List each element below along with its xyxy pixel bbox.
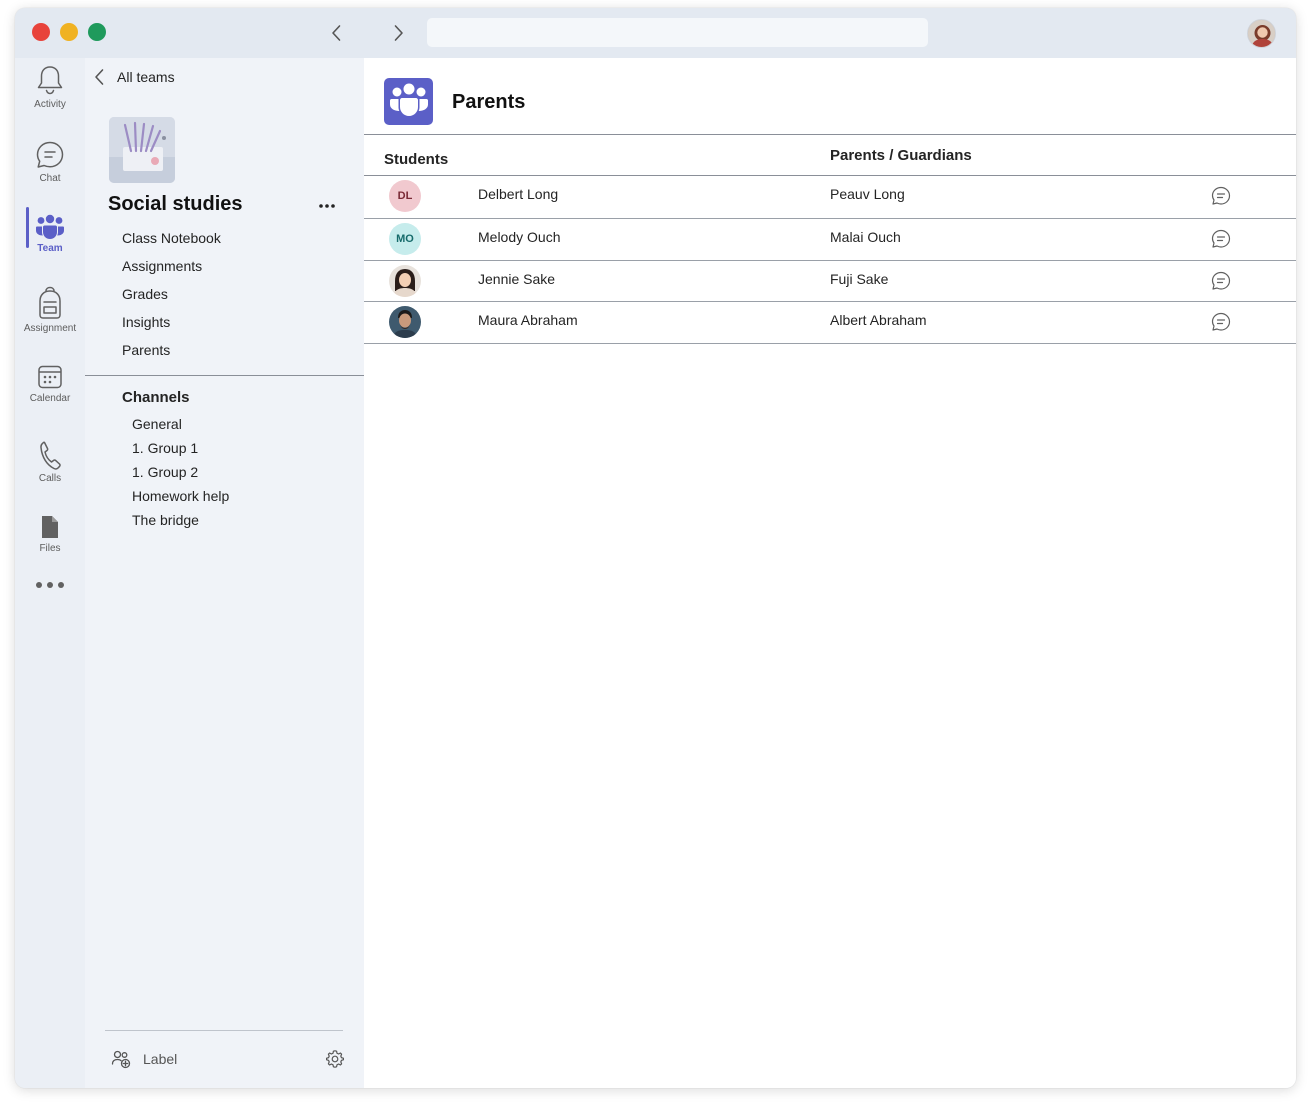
- table-row: MO Melody Ouch Malai Ouch: [364, 218, 1296, 260]
- student-name[interactable]: Maura Abraham: [478, 312, 578, 328]
- avatar: MO: [389, 223, 421, 255]
- channel-group-1[interactable]: 1. Group 1: [132, 436, 229, 460]
- chat-icon: [1211, 271, 1231, 290]
- gear-icon: [326, 1050, 344, 1068]
- chat-icon: [1211, 186, 1231, 205]
- team-nav: Class Notebook Assignments Grades Insigh…: [122, 224, 221, 364]
- avatar: [389, 306, 421, 338]
- rail-item-calendar[interactable]: Calendar: [15, 364, 85, 404]
- team-sidebar: All teams Social studies Class Notebook …: [85, 58, 364, 1088]
- team-nav-insights[interactable]: Insights: [122, 308, 221, 336]
- app-window: Activity Chat Team Assignment Calendar C…: [15, 8, 1296, 1088]
- team-image: [109, 117, 175, 183]
- student-name[interactable]: Melody Ouch: [478, 229, 560, 245]
- table-divider: [364, 134, 1296, 135]
- avatar: DL: [389, 180, 421, 212]
- rail-item-files[interactable]: Files: [15, 514, 85, 554]
- chat-with-parent-button[interactable]: [1210, 185, 1232, 207]
- team-more-options-button[interactable]: [316, 198, 338, 214]
- people-community-icon: [389, 83, 428, 116]
- main-panel: Parents Students Parents / Guardians DL …: [364, 58, 1296, 1088]
- backpack-icon: [39, 286, 61, 319]
- student-name[interactable]: Delbert Long: [478, 186, 558, 202]
- channel-list: General 1. Group 1 1. Group 2 Homework h…: [132, 412, 229, 532]
- more-horizontal-icon: [319, 204, 335, 208]
- footer-label-text: Label: [143, 1051, 178, 1067]
- bell-icon: [37, 66, 63, 95]
- column-header-students: Students: [384, 151, 449, 168]
- rail-label-activity: Activity: [34, 99, 66, 110]
- row-divider: [364, 343, 1296, 344]
- people-add-icon: [111, 1050, 131, 1069]
- channel-group-2[interactable]: 1. Group 2: [132, 460, 229, 484]
- table-row: Jennie Sake Fuji Sake: [364, 260, 1296, 302]
- chat-with-parent-button[interactable]: [1210, 311, 1232, 333]
- channel-general[interactable]: General: [132, 412, 229, 436]
- team-nav-grades[interactable]: Grades: [122, 280, 221, 308]
- table-row: Maura Abraham Albert Abraham: [364, 301, 1296, 343]
- rail-label-calls: Calls: [38, 473, 62, 484]
- chat-with-parent-button[interactable]: [1210, 228, 1232, 250]
- calendar-icon: [38, 365, 62, 389]
- parent-name[interactable]: Fuji Sake: [830, 271, 888, 287]
- profile-avatar[interactable]: [1247, 19, 1276, 48]
- team-nav-assignments[interactable]: Assignments: [122, 252, 221, 280]
- more-horizontal-icon: [36, 582, 64, 588]
- team-name: Social studies: [108, 193, 243, 215]
- title-bar: [15, 8, 1296, 58]
- file-icon: [42, 516, 58, 538]
- more-apps-button[interactable]: [15, 578, 85, 592]
- team-nav-parents[interactable]: Parents: [122, 336, 221, 364]
- table-row: DL Delbert Long Peauv Long: [364, 175, 1296, 217]
- chevron-right-icon: [394, 25, 403, 41]
- all-teams-label: All teams: [117, 69, 175, 85]
- rail-label-team: Team: [37, 243, 63, 254]
- chat-icon: [36, 141, 64, 168]
- forward-button[interactable]: [388, 22, 410, 44]
- channels-heading: Channels: [122, 389, 190, 406]
- phone-icon: [40, 441, 61, 470]
- minimize-window-button[interactable]: [60, 23, 78, 41]
- parent-name[interactable]: Malai Ouch: [830, 229, 901, 245]
- team-nav-class-notebook[interactable]: Class Notebook: [122, 224, 221, 252]
- rail-label-assignment: Assignment: [23, 323, 77, 334]
- column-header-parents: Parents / Guardians: [830, 147, 972, 164]
- sidebar-divider: [85, 375, 364, 376]
- avatar: [389, 265, 421, 297]
- search-input[interactable]: [427, 18, 928, 47]
- page-title: Parents: [452, 91, 526, 113]
- chat-icon: [1211, 229, 1231, 248]
- rail-label-chat: Chat: [39, 173, 61, 184]
- chevron-left-icon: [332, 25, 341, 41]
- parent-name[interactable]: Albert Abraham: [830, 312, 927, 328]
- rail-label-calendar: Calendar: [29, 393, 71, 404]
- user-photo-icon: [389, 306, 421, 338]
- user-photo-icon: [1248, 20, 1275, 47]
- chat-with-parent-button[interactable]: [1210, 270, 1232, 292]
- footer-divider: [105, 1030, 343, 1031]
- parents-page-icon: [384, 78, 433, 125]
- rail-item-activity[interactable]: Activity: [15, 64, 85, 110]
- team-icon: [36, 214, 64, 239]
- close-window-button[interactable]: [32, 23, 50, 41]
- maximize-window-button[interactable]: [88, 23, 106, 41]
- parent-name[interactable]: Peauv Long: [830, 186, 905, 202]
- all-teams-back-button[interactable]: All teams: [93, 68, 175, 86]
- app-rail: Activity Chat Team Assignment Calendar C…: [15, 58, 85, 1088]
- chat-icon: [1211, 312, 1231, 331]
- rail-label-files: Files: [39, 543, 61, 554]
- settings-button[interactable]: [325, 1049, 345, 1069]
- chevron-left-icon: [95, 69, 104, 85]
- channel-the-bridge[interactable]: The bridge: [132, 508, 229, 532]
- rail-item-calls[interactable]: Calls: [15, 440, 85, 484]
- rail-item-assignment[interactable]: Assignment: [15, 286, 85, 334]
- student-name[interactable]: Jennie Sake: [478, 271, 555, 287]
- rail-item-chat[interactable]: Chat: [15, 140, 85, 184]
- rail-item-team[interactable]: Team: [15, 214, 85, 254]
- back-button[interactable]: [325, 22, 347, 44]
- channel-homework-help[interactable]: Homework help: [132, 484, 229, 508]
- team-picture-icon: [109, 117, 175, 183]
- user-photo-icon: [389, 265, 421, 297]
- label-button[interactable]: Label: [111, 1049, 177, 1069]
